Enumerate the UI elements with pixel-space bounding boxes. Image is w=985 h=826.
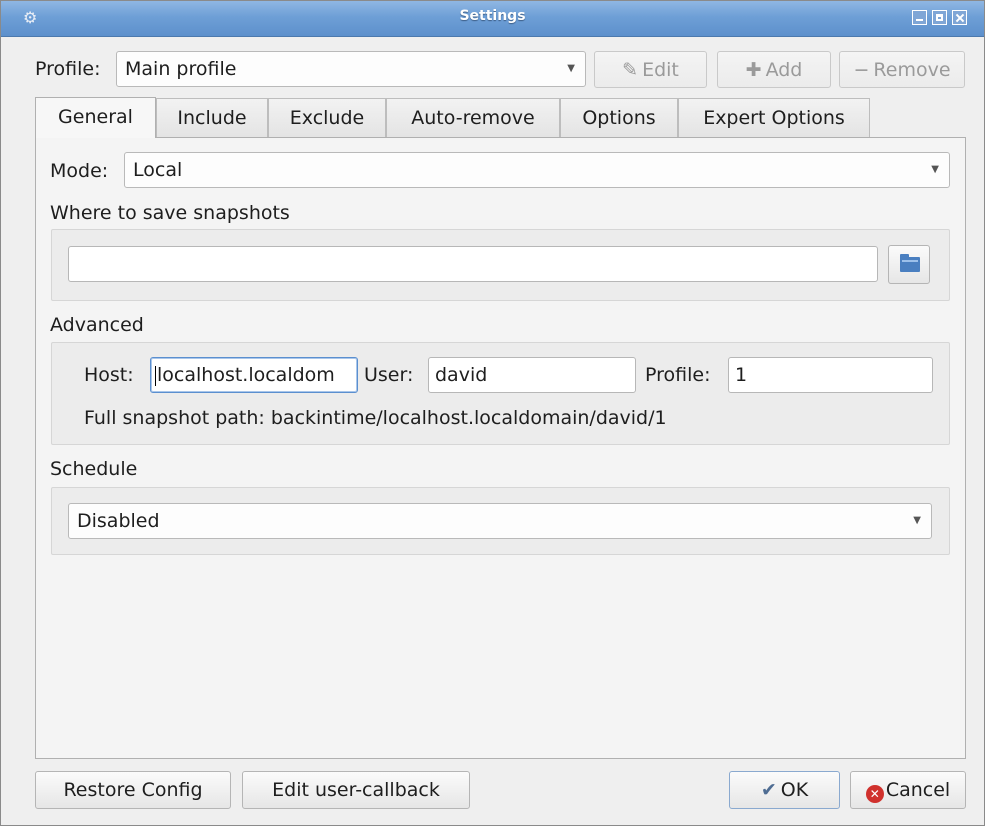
user-label: User: (364, 364, 414, 386)
tab-options[interactable]: Options (560, 98, 678, 137)
checkmark-icon: ✔ (760, 779, 777, 801)
ok-button[interactable]: ✔ OK (729, 771, 840, 809)
where-to-save-label: Where to save snapshots (50, 202, 290, 224)
tab-general[interactable]: General (35, 97, 156, 138)
tab-auto-remove[interactable]: Auto-remove (386, 98, 560, 137)
cancel-label: Cancel (885, 779, 951, 801)
host-input-value: localhost.localdom (157, 364, 335, 386)
plus-icon: ✚ (745, 59, 762, 81)
full-snapshot-path: Full snapshot path: backintime/localhost… (84, 407, 667, 429)
profile-id-label: Profile: (645, 364, 711, 386)
schedule-group: Disabled ▼ (51, 487, 950, 555)
tab-expert-options[interactable]: Expert Options (678, 98, 870, 137)
title-bar[interactable]: ⚙ Settings (1, 1, 984, 37)
mode-select[interactable]: Local ▼ (124, 152, 950, 188)
settings-window: ⚙ Settings Profile: Main profile ▼ ✎ Edit… (0, 0, 985, 826)
maximize-button[interactable] (932, 10, 947, 25)
chevron-down-icon: ▼ (567, 63, 575, 74)
chevron-down-icon: ▼ (913, 515, 921, 526)
ok-label: OK (780, 779, 809, 801)
minus-icon: − (853, 59, 870, 81)
add-profile-label: Add (765, 59, 803, 81)
advanced-group: Host: localhost.localdom User: david Pro… (51, 342, 950, 445)
profile-label: Profile: (35, 58, 101, 80)
tab-exclude[interactable]: Exclude (268, 98, 386, 137)
text-cursor (155, 365, 156, 386)
schedule-select-value: Disabled (77, 510, 160, 532)
profile-select[interactable]: Main profile ▼ (116, 51, 586, 87)
edit-user-callback-button[interactable]: Edit user-callback (242, 771, 470, 809)
schedule-select[interactable]: Disabled ▼ (68, 503, 932, 539)
chevron-down-icon: ▼ (931, 164, 939, 175)
advanced-label: Advanced (50, 314, 144, 336)
pencil-icon: ✎ (622, 59, 639, 81)
snapshot-path-input[interactable] (68, 246, 878, 282)
browse-folder-button[interactable] (888, 245, 930, 284)
host-label: Host: (84, 364, 134, 386)
restore-config-button[interactable]: Restore Config (35, 771, 231, 809)
where-to-save-group (51, 229, 950, 301)
profile-id-input[interactable]: 1 (728, 357, 933, 393)
schedule-label: Schedule (50, 458, 138, 480)
mode-label: Mode: (50, 160, 109, 182)
cancel-button[interactable]: ✕ Cancel (850, 771, 966, 809)
remove-profile-button[interactable]: − Remove (839, 51, 965, 88)
tab-include[interactable]: Include (156, 98, 268, 137)
profile-select-value: Main profile (125, 58, 237, 80)
host-input[interactable]: localhost.localdom (150, 357, 358, 393)
minimize-button[interactable] (912, 10, 927, 25)
general-tab-panel: Mode: Local ▼ Where to save snapshots Ad… (35, 137, 966, 759)
user-input[interactable]: david (428, 357, 636, 393)
cancel-icon: ✕ (865, 785, 884, 803)
folder-icon (900, 254, 920, 272)
window-title: Settings (459, 8, 526, 24)
add-profile-button[interactable]: ✚ Add (717, 51, 831, 88)
edit-profile-button[interactable]: ✎ Edit (594, 51, 707, 88)
edit-profile-label: Edit (642, 59, 679, 81)
close-button[interactable] (952, 10, 967, 25)
mode-select-value: Local (133, 159, 183, 181)
remove-profile-label: Remove (873, 59, 951, 81)
